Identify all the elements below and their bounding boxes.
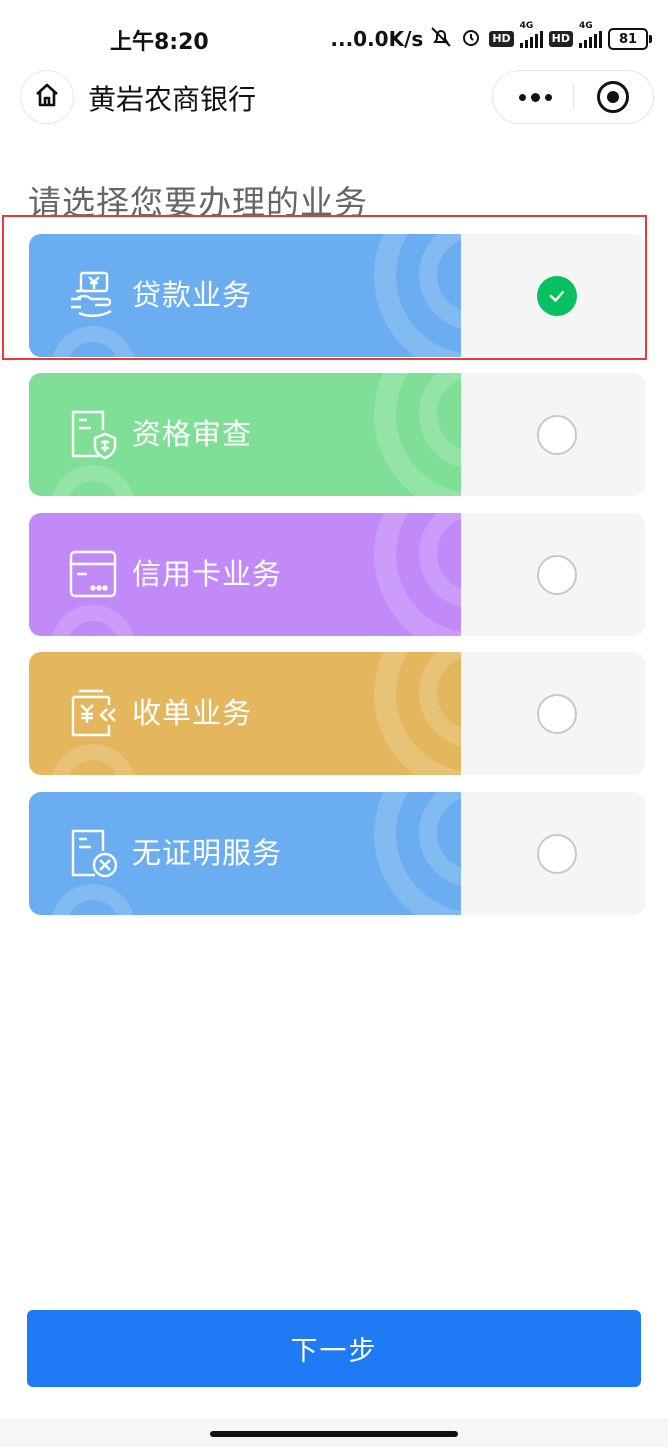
target-circle-icon [607, 91, 619, 103]
no-proof-document-icon [67, 827, 121, 881]
signal-icon: 4G [579, 21, 602, 48]
option-label: 收单业务 [132, 696, 253, 730]
option-label: 资格审查 [132, 417, 253, 451]
home-indicator[interactable] [210, 1431, 458, 1437]
option-credit-card[interactable]: 信用卡业务 [29, 513, 645, 636]
status-icons: ...0.0K/s HD 4G HD 4G 81 [330, 21, 652, 56]
net-speed: ...0.0K/s [330, 27, 424, 51]
status-bar: 上午8:20 ...0.0K/s HD 4G HD 4G 81 [0, 0, 668, 78]
option-color-panel: 信用卡业务 [29, 513, 461, 636]
hd-badge: HD [489, 31, 514, 47]
alarm-icon [459, 25, 483, 54]
option-color-panel: 收单业务 [29, 652, 461, 775]
option-radio[interactable] [537, 834, 577, 874]
option-label: 信用卡业务 [132, 557, 283, 591]
battery-icon: 81 [608, 28, 652, 50]
option-radio[interactable] [537, 555, 577, 595]
signal-icon: 4G [519, 21, 543, 48]
home-button[interactable] [20, 70, 74, 124]
page-title: 黄岩农商银行 [88, 83, 257, 116]
hd-badge: HD [548, 31, 573, 47]
option-qualification[interactable]: 资格审查 [29, 373, 645, 496]
acquiring-yuan-icon [67, 687, 121, 741]
option-radio[interactable] [537, 694, 577, 734]
selection-highlight-box [2, 215, 647, 360]
mini-program-capsule [492, 70, 654, 124]
battery-level: 81 [618, 31, 638, 47]
option-radio[interactable] [537, 415, 577, 455]
status-time: 上午8:20 [110, 30, 209, 55]
more-dots-icon [518, 93, 526, 101]
more-menu-button[interactable] [513, 71, 557, 123]
option-label: 无证明服务 [132, 836, 283, 870]
option-color-panel: 资格审查 [29, 373, 461, 496]
option-acquiring[interactable]: 收单业务 [29, 652, 645, 775]
capsule-divider [573, 84, 574, 110]
mute-bell-icon [429, 25, 453, 54]
home-icon [33, 81, 61, 113]
qualification-shield-icon [67, 408, 121, 462]
next-step-button[interactable]: 下一步 [27, 1310, 641, 1387]
credit-card-icon [67, 548, 121, 602]
option-no-proof[interactable]: 无证明服务 [29, 792, 645, 915]
close-mini-program-button[interactable] [597, 81, 629, 113]
option-color-panel: 无证明服务 [29, 792, 461, 915]
